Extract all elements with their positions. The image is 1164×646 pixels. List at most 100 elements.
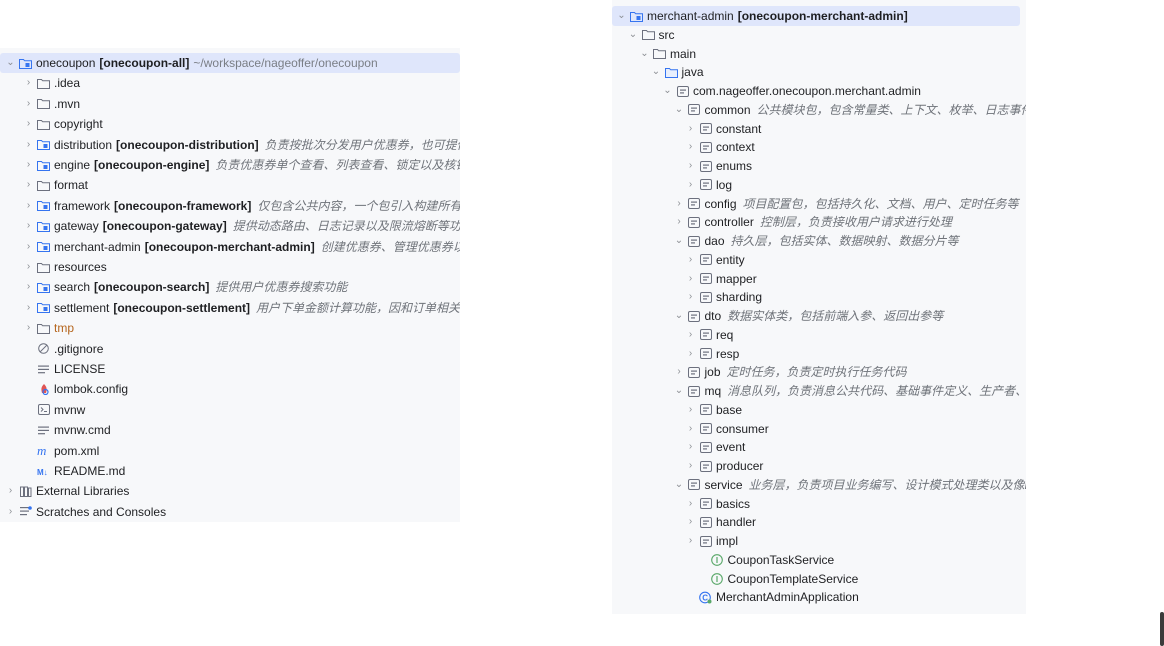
- tree-node-common[interactable]: ⌄ common 公共模块包，包含常量类、上下文、枚举、日志事件等: [612, 100, 1026, 120]
- scrollbar-thumb[interactable]: [1160, 612, 1164, 646]
- tree-node-lombok-config[interactable]: lombok.config: [0, 379, 460, 399]
- chevron-down-icon[interactable]: ⌄: [674, 381, 685, 401]
- chevron-right-icon[interactable]: ›: [685, 269, 696, 289]
- chevron-right-icon[interactable]: ›: [23, 73, 34, 93]
- tree-node-producer[interactable]: › producer: [612, 456, 1026, 476]
- tree-node-consumer[interactable]: › consumer: [612, 419, 1026, 439]
- tree-node-handler[interactable]: › handler: [612, 512, 1026, 532]
- tree-node-format[interactable]: › format: [0, 175, 460, 195]
- chevron-right-icon[interactable]: ›: [674, 362, 685, 382]
- tree-node-onecoupon[interactable]: ⌄ onecoupon [onecoupon-all] ~/workspace/nag…: [0, 53, 460, 73]
- chevron-right-icon[interactable]: ›: [685, 250, 696, 270]
- tree-node-coupontemplateservice[interactable]: CouponTemplateService: [612, 569, 1026, 589]
- tree-node-gitignore[interactable]: .gitignore: [0, 339, 460, 359]
- chevron-right-icon[interactable]: ›: [23, 135, 34, 155]
- tree-node-resources[interactable]: › resources: [0, 257, 460, 277]
- tree-node-log[interactable]: › log: [612, 175, 1026, 195]
- chevron-right-icon[interactable]: ›: [685, 325, 696, 345]
- chevron-right-icon[interactable]: ›: [23, 318, 34, 338]
- tree-node-engine[interactable]: › engine [onecoupon-engine] 负责优惠券单个查看、列表查看、…: [0, 155, 460, 175]
- chevron-right-icon[interactable]: ›: [685, 137, 696, 157]
- chevron-down-icon[interactable]: ⌄: [674, 231, 685, 251]
- chevron-right-icon[interactable]: ›: [674, 194, 685, 214]
- tree-node-main[interactable]: ⌄ main: [612, 44, 1026, 64]
- tree-node-search[interactable]: › search [onecoupon-search] 提供用户优惠券搜索功能: [0, 277, 460, 297]
- chevron-right-icon[interactable]: ›: [674, 212, 685, 232]
- tree-node-pom-xml[interactable]: m pom.xml: [0, 441, 460, 461]
- tree-node-mq[interactable]: ⌄ mq 消息队列，负责消息公共代码、基础事件定义、生产者、消费者等: [612, 381, 1026, 401]
- chevron-down-icon[interactable]: ⌄: [662, 81, 673, 101]
- tree-node-base[interactable]: › base: [612, 400, 1026, 420]
- chevron-right-icon[interactable]: ›: [685, 494, 696, 514]
- tree-node-mvn[interactable]: › .mvn: [0, 94, 460, 114]
- chevron-down-icon[interactable]: ⌄: [674, 306, 685, 326]
- tree-node-mvnw-cmd[interactable]: mvnw.cmd: [0, 420, 460, 440]
- tree-node-merchant-admin[interactable]: › merchant-admin [onecoupon-merchant-admin…: [0, 237, 460, 257]
- tree-node-mapper[interactable]: › mapper: [612, 269, 1026, 289]
- chevron-down-icon[interactable]: ⌄: [651, 62, 662, 82]
- tree-node-constant[interactable]: › constant: [612, 119, 1026, 139]
- chevron-right-icon[interactable]: ›: [23, 94, 34, 114]
- chevron-right-icon[interactable]: ›: [23, 175, 34, 195]
- tree-node-mvnw[interactable]: mvnw: [0, 400, 460, 420]
- tree-node-coupontaskservice[interactable]: CouponTaskService: [612, 550, 1026, 570]
- tree-node-controller[interactable]: › controller 控制层，负责接收用户请求进行处理: [612, 212, 1026, 232]
- tree-node-service[interactable]: ⌄ service 业务层，负责项目业务编写、设计模式处理类以及像Excel处理等逻…: [612, 475, 1026, 495]
- chevron-right-icon[interactable]: ›: [685, 156, 696, 176]
- tree-node-dto[interactable]: ⌄ dto 数据实体类，包括前端入参、返回出参等: [612, 306, 1026, 326]
- tree-node-copyright[interactable]: › copyright: [0, 114, 460, 134]
- chevron-right-icon[interactable]: ›: [23, 237, 34, 257]
- tree-node-readme-md[interactable]: M↓ README.md: [0, 461, 460, 481]
- chevron-right-icon[interactable]: ›: [685, 344, 696, 364]
- tree-node-req[interactable]: › req: [612, 325, 1026, 345]
- chevron-right-icon[interactable]: ›: [23, 155, 34, 175]
- tree-node-enums[interactable]: › enums: [612, 156, 1026, 176]
- chevron-right-icon[interactable]: ›: [5, 502, 16, 522]
- tree-node-settlement[interactable]: › settlement [onecoupon-settlement] 用户下单金额计…: [0, 298, 460, 318]
- tree-node-com-nageoffer-onecoupon-merchant-admin[interactable]: ⌄ com.nageoffer.onecoupon.merchant.admin: [612, 81, 1026, 101]
- tree-node-tmp[interactable]: › tmp: [0, 318, 460, 338]
- tree-node-entity[interactable]: › entity: [612, 250, 1026, 270]
- chevron-right-icon[interactable]: ›: [685, 531, 696, 551]
- chevron-down-icon[interactable]: ⌄: [5, 53, 16, 73]
- tree-node-merchantadminapplication[interactable]: C MerchantAdminApplication: [612, 587, 1026, 607]
- chevron-down-icon[interactable]: ⌄: [639, 44, 650, 64]
- tree-node-idea[interactable]: › .idea: [0, 73, 460, 93]
- chevron-right-icon[interactable]: ›: [5, 481, 16, 501]
- tree-node-job[interactable]: › job 定时任务，负责定时执行任务代码: [612, 362, 1026, 382]
- chevron-right-icon[interactable]: ›: [685, 287, 696, 307]
- chevron-right-icon[interactable]: ›: [685, 175, 696, 195]
- tree-node-java[interactable]: ⌄ java: [612, 62, 1026, 82]
- chevron-right-icon[interactable]: ›: [23, 216, 34, 236]
- tree-node-scratches-and-consoles[interactable]: › Scratches and Consoles: [0, 502, 460, 522]
- chevron-down-icon[interactable]: ⌄: [616, 6, 627, 26]
- chevron-right-icon[interactable]: ›: [685, 456, 696, 476]
- chevron-right-icon[interactable]: ›: [685, 119, 696, 139]
- tree-node-src[interactable]: ⌄ src: [612, 25, 1026, 45]
- tree-node-basics[interactable]: › basics: [612, 494, 1026, 514]
- chevron-down-icon[interactable]: ⌄: [674, 475, 685, 495]
- tree-node-context[interactable]: › context: [612, 137, 1026, 157]
- tree-node-resp[interactable]: › resp: [612, 344, 1026, 364]
- tree-node-license[interactable]: LICENSE: [0, 359, 460, 379]
- chevron-right-icon[interactable]: ›: [23, 257, 34, 277]
- chevron-down-icon[interactable]: ⌄: [674, 100, 685, 120]
- chevron-right-icon[interactable]: ›: [685, 512, 696, 532]
- tree-node-gateway[interactable]: › gateway [onecoupon-gateway] 提供动态路由、日志记录以及…: [0, 216, 460, 236]
- tree-node-config[interactable]: › config 项目配置包，包括持久化、文档、用户、定时任务等: [612, 194, 1026, 214]
- chevron-down-icon[interactable]: ⌄: [628, 25, 639, 45]
- chevron-right-icon[interactable]: ›: [685, 400, 696, 420]
- tree-node-external-libraries[interactable]: › External Libraries: [0, 481, 460, 501]
- chevron-right-icon[interactable]: ›: [685, 437, 696, 457]
- tree-node-merchant-admin[interactable]: ⌄ merchant-admin [onecoupon-merchant-admin…: [612, 6, 1020, 26]
- chevron-right-icon[interactable]: ›: [685, 419, 696, 439]
- tree-node-dao[interactable]: ⌄ dao 持久层，包括实体、数据映射、数据分片等: [612, 231, 1026, 251]
- tree-node-event[interactable]: › event: [612, 437, 1026, 457]
- chevron-right-icon[interactable]: ›: [23, 298, 34, 318]
- chevron-right-icon[interactable]: ›: [23, 277, 34, 297]
- tree-node-framework[interactable]: › framework [onecoupon-framework] 仅包含公共内容，一…: [0, 196, 460, 216]
- tree-node-sharding[interactable]: › sharding: [612, 287, 1026, 307]
- tree-node-impl[interactable]: › impl: [612, 531, 1026, 551]
- tree-node-distribution[interactable]: › distribution [onecoupon-distribution] 负责按…: [0, 135, 460, 155]
- chevron-right-icon[interactable]: ›: [23, 196, 34, 216]
